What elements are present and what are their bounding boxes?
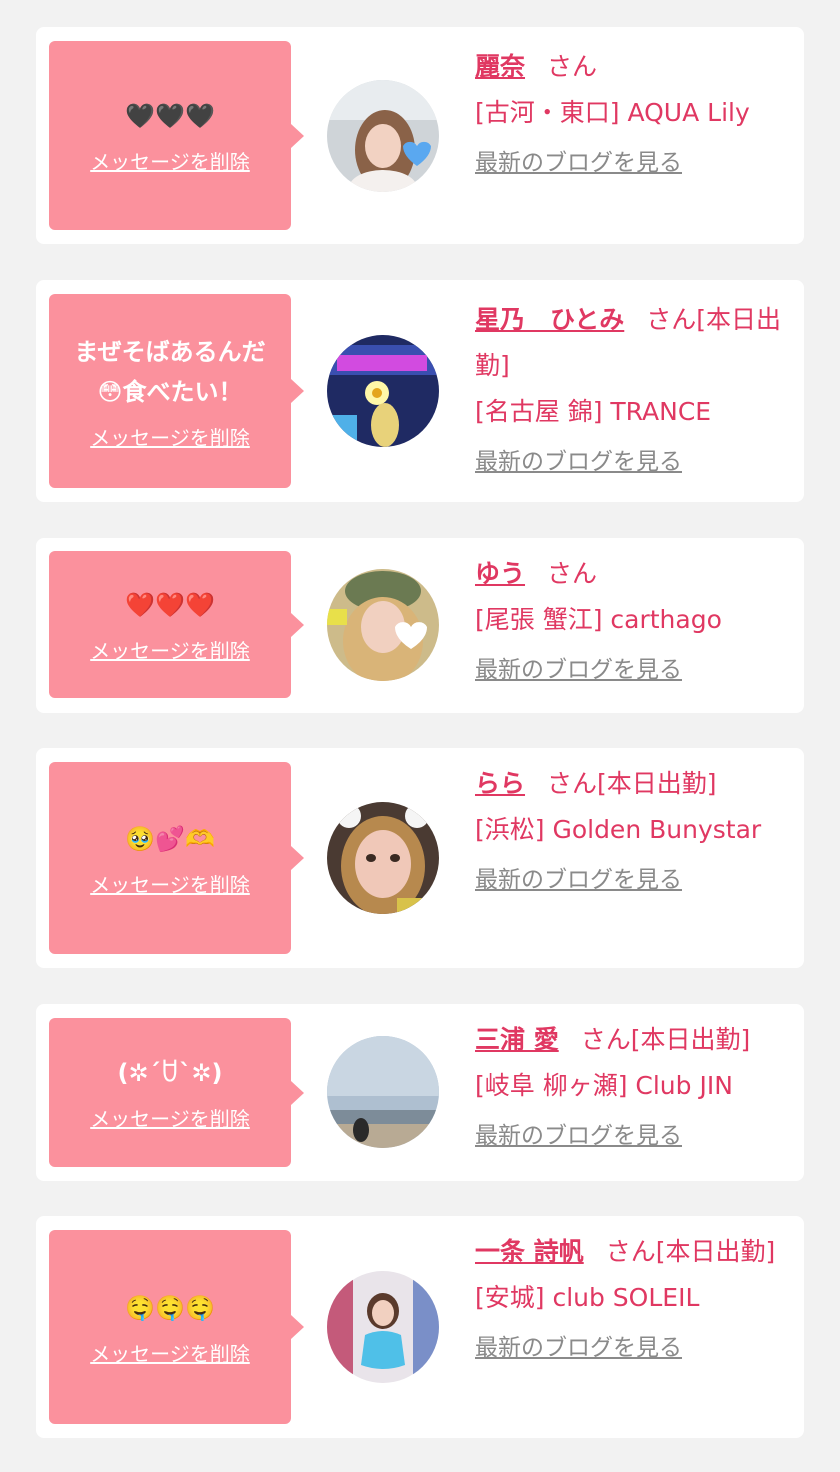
avatar-photo-icon — [327, 1036, 439, 1148]
today-badge: [本日出勤] — [597, 769, 717, 798]
avatar[interactable] — [327, 335, 439, 447]
favorite-card: ❤️❤️❤️ メッセージを削除 ゆう さん [尾張 蟹江] carthago 最新… — [36, 538, 804, 713]
latest-blog-link[interactable]: 最新のブログを見る — [475, 1119, 682, 1153]
latest-blog-link[interactable]: 最新のブログを見る — [475, 146, 682, 180]
message-bubble: まぜそばあるんだ 😳食べたい！ メッセージを削除 — [49, 294, 304, 488]
favorite-card: まぜそばあるんだ 😳食べたい！ メッセージを削除 星乃 ひとみ さん[本日出勤] … — [36, 280, 804, 502]
message-text: まぜそばあるんだ 😳食べたい！ — [74, 337, 266, 406]
favorite-card: (✲´ꇴ`✲) メッセージを削除 三浦 愛さん[本日出勤] [岐阜 柳ヶ瀬] C… — [36, 1004, 804, 1181]
favorite-card: 🤤🤤🤤 メッセージを削除 一条 詩帆 さん[本日出勤] [安城] club SOL… — [36, 1216, 804, 1438]
message-text: 🤤🤤🤤 — [125, 1293, 215, 1322]
san-suffix: さん — [646, 305, 697, 334]
avatar[interactable] — [327, 80, 439, 192]
message-text: 🥹💕🫶 — [125, 824, 215, 853]
cast-name-link[interactable]: 星乃 ひとみ — [475, 305, 624, 334]
cast-info: 一条 詩帆 さん[本日出勤] [安城] club SOLEIL 最新のブログを見る — [475, 1229, 793, 1365]
cast-info: らら さん[本日出勤] [浜松] Golden Bunystar 最新のブログを見… — [475, 761, 793, 897]
cast-name-link[interactable]: 三浦 愛 — [475, 1025, 559, 1054]
cast-name-link[interactable]: 一条 詩帆 — [475, 1237, 584, 1266]
delete-message-link[interactable]: メッセージを削除 — [90, 1103, 250, 1132]
today-badge: [本日出勤] — [630, 1025, 751, 1054]
avatar[interactable] — [327, 1036, 439, 1148]
cast-info: ゆう さん [尾張 蟹江] carthago 最新のブログを見る — [475, 551, 793, 687]
name-line: ゆう さん — [475, 551, 793, 597]
message-bubble: (✲´ꇴ`✲) メッセージを削除 — [49, 1018, 304, 1167]
message-text: (✲´ꇴ`✲) — [117, 1059, 223, 1087]
shop-text: [古河・東口] AQUA Lily — [475, 98, 750, 127]
message-bubble: 🥹💕🫶 メッセージを削除 — [49, 762, 304, 954]
name-line: 星乃 ひとみ さん[本日出勤] — [475, 297, 793, 389]
shop-text: [浜松] Golden Bunystar — [475, 815, 762, 844]
favorite-card: 🥹💕🫶 メッセージを削除 らら さん[本日出勤] [浜松] Golden Buny… — [36, 748, 804, 968]
latest-blog-link[interactable]: 最新のブログを見る — [475, 1331, 682, 1365]
message-bubble: 🖤🖤🖤 メッセージを削除 — [49, 41, 304, 230]
avatar[interactable] — [327, 802, 439, 914]
favorite-card: 🖤🖤🖤 メッセージを削除 麗奈 さん [古河・東口] AQUA Lily 最新のブ… — [36, 27, 804, 244]
delete-message-link[interactable]: メッセージを削除 — [90, 1338, 250, 1367]
name-line: らら さん[本日出勤] — [475, 761, 793, 807]
avatar-photo-icon — [327, 335, 439, 447]
latest-blog-link[interactable]: 最新のブログを見る — [475, 863, 682, 897]
cast-info: 三浦 愛さん[本日出勤] [岐阜 柳ヶ瀬] Club JIN 最新のブログを見る — [475, 1017, 793, 1153]
avatar-photo-icon — [327, 80, 439, 192]
san-suffix: さん — [605, 1237, 656, 1266]
cast-info: 星乃 ひとみ さん[本日出勤] [名古屋 錦] TRANCE 最新のブログを見る — [475, 297, 793, 479]
san-suffix: さん — [547, 52, 598, 81]
cast-info: 麗奈 さん [古河・東口] AQUA Lily 最新のブログを見る — [475, 44, 793, 180]
name-line: 一条 詩帆 さん[本日出勤] — [475, 1229, 793, 1275]
name-line: 三浦 愛さん[本日出勤] — [475, 1017, 793, 1063]
avatar-photo-icon — [327, 569, 439, 681]
today-badge: [本日出勤] — [655, 1237, 776, 1266]
name-line: 麗奈 さん — [475, 44, 793, 90]
shop-text: [安城] club SOLEIL — [475, 1283, 700, 1312]
san-suffix: さん — [547, 559, 598, 588]
avatar[interactable] — [327, 1271, 439, 1383]
message-bubble: 🤤🤤🤤 メッセージを削除 — [49, 1230, 304, 1424]
message-text: 🖤🖤🖤 — [125, 102, 215, 130]
delete-message-link[interactable]: メッセージを削除 — [90, 869, 250, 898]
avatar-photo-icon — [327, 802, 439, 914]
san-suffix: さん — [580, 1025, 631, 1054]
shop-text: [尾張 蟹江] carthago — [475, 605, 722, 634]
latest-blog-link[interactable]: 最新のブログを見る — [475, 445, 682, 479]
delete-message-link[interactable]: メッセージを削除 — [90, 635, 250, 664]
delete-message-link[interactable]: メッセージを削除 — [90, 146, 250, 175]
cast-name-link[interactable]: 麗奈 — [475, 52, 525, 81]
shop-text: [名古屋 錦] TRANCE — [475, 397, 712, 426]
shop-text: [岐阜 柳ヶ瀬] Club JIN — [475, 1071, 733, 1100]
cast-name-link[interactable]: らら — [475, 769, 525, 798]
san-suffix: さん — [547, 769, 598, 798]
avatar-photo-icon — [327, 1271, 439, 1383]
message-text: ❤️❤️❤️ — [125, 591, 215, 619]
latest-blog-link[interactable]: 最新のブログを見る — [475, 653, 682, 687]
cast-name-link[interactable]: ゆう — [475, 559, 525, 588]
avatar[interactable] — [327, 569, 439, 681]
delete-message-link[interactable]: メッセージを削除 — [90, 422, 250, 451]
message-bubble: ❤️❤️❤️ メッセージを削除 — [49, 551, 304, 698]
